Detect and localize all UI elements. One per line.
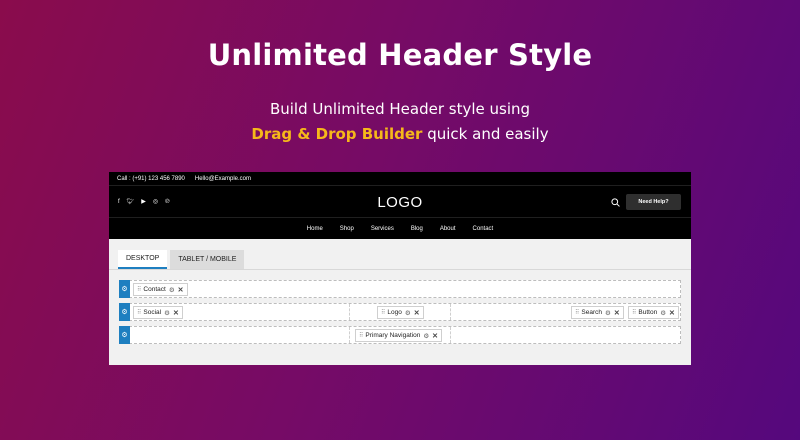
chip-gear-icon[interactable]: ⚙ [660, 309, 666, 317]
row-settings-gear-icon[interactable]: ⚙ [119, 280, 130, 298]
topbar-email[interactable]: Hello@Example.com [195, 176, 251, 182]
builder-row-top[interactable]: ⚙ ⠿ Contact ⚙ ✕ [119, 280, 681, 298]
chip-gear-icon[interactable]: ⚙ [169, 286, 175, 294]
hero-subtitle-line1: Build Unlimited Header style using [269, 100, 531, 118]
chip-close-icon[interactable]: ✕ [614, 309, 620, 317]
element-chip-search[interactable]: ⠿ Search ⚙ ✕ [571, 306, 624, 319]
drag-handle-icon[interactable]: ⠿ [137, 286, 142, 293]
nav-item-services[interactable]: Services [371, 226, 394, 232]
drag-handle-icon[interactable]: ⠿ [137, 309, 142, 316]
nav-item-shop[interactable]: Shop [340, 226, 354, 232]
hero-accent-text: Drag & Drop Builder [251, 125, 423, 143]
chip-gear-icon[interactable]: ⚙ [605, 309, 611, 317]
drag-handle-icon[interactable]: ⠿ [632, 309, 637, 316]
drag-handle-icon[interactable]: ⠿ [575, 309, 580, 316]
column-divider [349, 327, 350, 343]
preview-mainbar: f 🐦︎ ▶ ◎ ℗ LOGO Need Help? [109, 185, 691, 218]
topbar-phone: Call : (+91) 123 456 7890 [117, 175, 185, 182]
drag-handle-icon[interactable]: ⠿ [381, 309, 386, 316]
header-builder: DESKTOP TABLET / MOBILE ⚙ ⠿ Contact ⚙ ✕ … [109, 239, 691, 365]
row-settings-gear-icon[interactable]: ⚙ [119, 303, 130, 321]
element-chip-primary-navigation[interactable]: ⠿ Primary Navigation ⚙ ✕ [355, 329, 443, 342]
nav-item-contact[interactable]: Contact [473, 226, 494, 232]
column-divider [349, 304, 350, 320]
builder-row-bottom[interactable]: ⚙ ⠿ Primary Navigation ⚙ ✕ [119, 326, 681, 344]
need-help-button[interactable]: Need Help? [626, 194, 681, 210]
chip-close-icon[interactable]: ✕ [414, 309, 420, 317]
nav-item-about[interactable]: About [440, 226, 456, 232]
device-tabs: DESKTOP TABLET / MOBILE [118, 250, 245, 269]
chip-close-icon[interactable]: ✕ [178, 286, 184, 294]
chip-label: Button [638, 309, 658, 316]
tab-tablet-mobile[interactable]: TABLET / MOBILE [170, 250, 245, 269]
hero-subtitle: Build Unlimited Header style using Drag … [0, 97, 800, 147]
nav-item-home[interactable]: Home [307, 226, 323, 232]
hero-subtitle-line2: Drag & Drop Builder quick and easily [0, 122, 800, 147]
chip-close-icon[interactable]: ✕ [173, 309, 179, 317]
tab-desktop[interactable]: DESKTOP [118, 250, 168, 269]
element-chip-social[interactable]: ⠿ Social ⚙ ✕ [133, 306, 183, 319]
chip-label: Search [581, 309, 603, 316]
chip-label: Logo [387, 309, 402, 316]
column-divider [450, 304, 451, 320]
chip-label: Primary Navigation [365, 332, 421, 339]
chip-gear-icon[interactable]: ⚙ [405, 309, 411, 317]
drag-handle-icon[interactable]: ⠿ [359, 332, 364, 339]
chip-close-icon[interactable]: ✕ [432, 332, 438, 340]
preview-navbar: Home Shop Services Blog About Contact [109, 218, 691, 239]
preview-logo[interactable]: LOGO [109, 194, 691, 211]
builder-screenshot: Call : (+91) 123 456 7890 Hello@Example.… [109, 172, 691, 365]
search-icon[interactable] [611, 198, 620, 207]
nav-item-blog[interactable]: Blog [411, 226, 423, 232]
chip-gear-icon[interactable]: ⚙ [164, 309, 170, 317]
tabs-divider [109, 269, 691, 270]
chip-label: Contact [143, 286, 166, 293]
row-settings-gear-icon[interactable]: ⚙ [119, 326, 130, 344]
chip-gear-icon[interactable]: ⚙ [423, 332, 429, 340]
element-chip-button[interactable]: ⠿ Button ⚙ ✕ [628, 306, 679, 319]
hero-title: Unlimited Header Style [207, 38, 593, 72]
element-chip-logo[interactable]: ⠿ Logo ⚙ ✕ [377, 306, 424, 319]
column-divider [450, 327, 451, 343]
builder-row-main[interactable]: ⚙ ⠿ Social ⚙ ✕ ⠿ Logo ⚙ ✕ ⠿ Search ⚙ ✕ ⠿… [119, 303, 681, 321]
chip-close-icon[interactable]: ✕ [669, 309, 675, 317]
preview-topbar: Call : (+91) 123 456 7890 Hello@Example.… [109, 172, 691, 185]
element-chip-contact[interactable]: ⠿ Contact ⚙ ✕ [133, 283, 188, 296]
hero-subtitle-rest: quick and easily [422, 125, 549, 143]
chip-label: Social [143, 309, 162, 316]
